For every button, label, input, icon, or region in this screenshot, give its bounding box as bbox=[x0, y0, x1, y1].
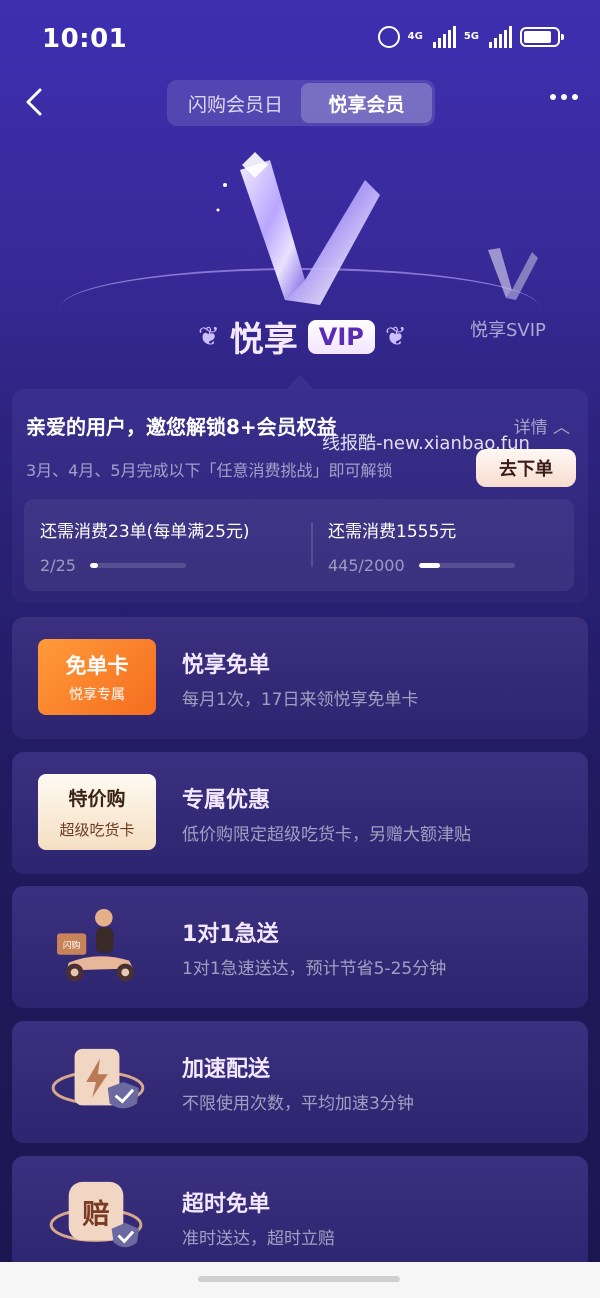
svip-v-logo-icon bbox=[488, 248, 538, 300]
free-order-card-icon: 免单卡 悦享专属 bbox=[38, 639, 156, 717]
unlock-invite-card: 亲爱的用户，邀您解锁8+会员权益 详情 ︿ 线报酷-new.xianbao.fu… bbox=[12, 389, 588, 603]
gesture-area bbox=[0, 1262, 600, 1298]
card-line1: 特价购 bbox=[68, 788, 126, 810]
benefit-desc: 准时送达，超时立赔 bbox=[182, 1229, 335, 1249]
membership-hero: ❦ 悦享 VIP ❦ 悦享SVIP bbox=[0, 140, 600, 390]
status-icons: 4G 5G bbox=[377, 26, 564, 48]
more-icon[interactable] bbox=[550, 94, 578, 100]
current-tier: ❦ 悦享 VIP ❦ bbox=[198, 312, 407, 361]
alarm-icon bbox=[377, 26, 400, 48]
tier-name: 悦享 bbox=[229, 320, 298, 360]
battery-icon bbox=[520, 27, 564, 47]
benefit-title: 超时免单 bbox=[182, 1192, 271, 1217]
benefit-desc: 1对1急速送达，预计节省5-25分钟 bbox=[182, 959, 447, 979]
benefit-title: 1对1急送 bbox=[182, 922, 279, 947]
challenge-progress: 还需消费23单(每单满25元) 2/25 还需消费1555元 445/2000 bbox=[24, 499, 574, 591]
benefit-desc: 低价购限定超级吃货卡，另赠大额津贴 bbox=[182, 825, 471, 845]
challenge-label: 还需消费1555元 bbox=[328, 522, 457, 542]
nav-bar: 闪购会员日 悦享会员 bbox=[0, 80, 600, 126]
challenge-label: 还需消费23单(每单满25元) bbox=[40, 522, 250, 542]
status-bar: 10:01 4G 5G bbox=[0, 0, 600, 76]
card-line2: 悦享专属 bbox=[69, 687, 125, 703]
card-line2: 超级吃货卡 bbox=[59, 821, 135, 839]
progress-bar bbox=[89, 563, 186, 568]
vip-badge: VIP bbox=[307, 319, 375, 354]
benefit-title: 加速配送 bbox=[182, 1057, 271, 1082]
lightning-shield-icon bbox=[51, 1048, 145, 1109]
benefit-express-delivery[interactable]: 闪购 1对1急送 1对1急速送达，预计节省5-25分钟 bbox=[12, 886, 588, 1008]
compensation-badge-icon: 赔 bbox=[49, 1181, 143, 1248]
special-price-card-icon: 特价购 超级吃货卡 bbox=[38, 774, 156, 852]
progress-fill bbox=[89, 563, 98, 568]
divider bbox=[311, 523, 313, 567]
challenge-amount: 还需消费1555元 445/2000 bbox=[328, 517, 515, 575]
benefit-free-order[interactable]: 免单卡 悦享专属 悦享免单 每月1次，17日来领悦享免单卡 bbox=[12, 617, 588, 739]
progress-fill bbox=[418, 563, 441, 568]
courier-scooter-icon: 闪购 bbox=[57, 908, 135, 982]
benefit-overtime-free[interactable]: 赔 超时免单 准时送达，超时立赔 bbox=[12, 1156, 588, 1278]
network-5g-label: 5G bbox=[463, 31, 479, 42]
benefit-desc: 不限使用次数，平均加速3分钟 bbox=[182, 1094, 414, 1114]
progress-bar bbox=[418, 563, 515, 568]
benefit-title: 悦享免单 bbox=[182, 653, 271, 678]
vip-v-logo-icon bbox=[216, 152, 380, 305]
laurel-left-icon: ❦ bbox=[198, 321, 220, 352]
tier-pointer bbox=[286, 375, 314, 389]
compensation-char: 赔 bbox=[82, 1199, 109, 1230]
network-4g-label: 4G bbox=[407, 31, 423, 42]
go-order-button[interactable]: 去下单 bbox=[476, 449, 576, 487]
next-tier-svip[interactable]: 悦享SVIP bbox=[470, 316, 546, 342]
courier-box-label: 闪购 bbox=[63, 939, 81, 951]
card-line1: 免单卡 bbox=[65, 654, 129, 678]
invite-title: 亲爱的用户，邀您解锁8+会员权益 bbox=[26, 415, 337, 439]
benefit-title: 专属优惠 bbox=[182, 788, 271, 813]
tab-yuexiang-member[interactable]: 悦享会员 bbox=[301, 83, 432, 123]
signal-icon-2 bbox=[489, 26, 512, 48]
status-time: 10:01 bbox=[42, 24, 128, 54]
signal-icon bbox=[432, 26, 456, 48]
tab-flash-member-day[interactable]: 闪购会员日 bbox=[170, 83, 301, 123]
tab-switcher: 闪购会员日 悦享会员 bbox=[167, 80, 435, 126]
home-indicator[interactable] bbox=[198, 1276, 400, 1282]
benefit-exclusive-discount[interactable]: 特价购 超级吃货卡 专属优惠 低价购限定超级吃货卡，另赠大额津贴 bbox=[12, 752, 588, 874]
challenge-progress-text: 2/25 bbox=[40, 556, 76, 575]
invite-subtitle: 3月、4月、5月完成以下「任意消费挑战」即可解锁 bbox=[26, 461, 393, 480]
laurel-right-icon: ❦ bbox=[384, 321, 407, 352]
chevron-up-icon: ︿ bbox=[553, 418, 570, 438]
benefit-faster-delivery[interactable]: 加速配送 不限使用次数，平均加速3分钟 bbox=[12, 1021, 588, 1143]
back-icon[interactable] bbox=[18, 84, 54, 120]
benefit-desc: 每月1次，17日来领悦享免单卡 bbox=[182, 690, 419, 710]
challenge-progress-text: 445/2000 bbox=[328, 556, 405, 575]
challenge-orders: 还需消费23单(每单满25元) 2/25 bbox=[40, 517, 250, 575]
